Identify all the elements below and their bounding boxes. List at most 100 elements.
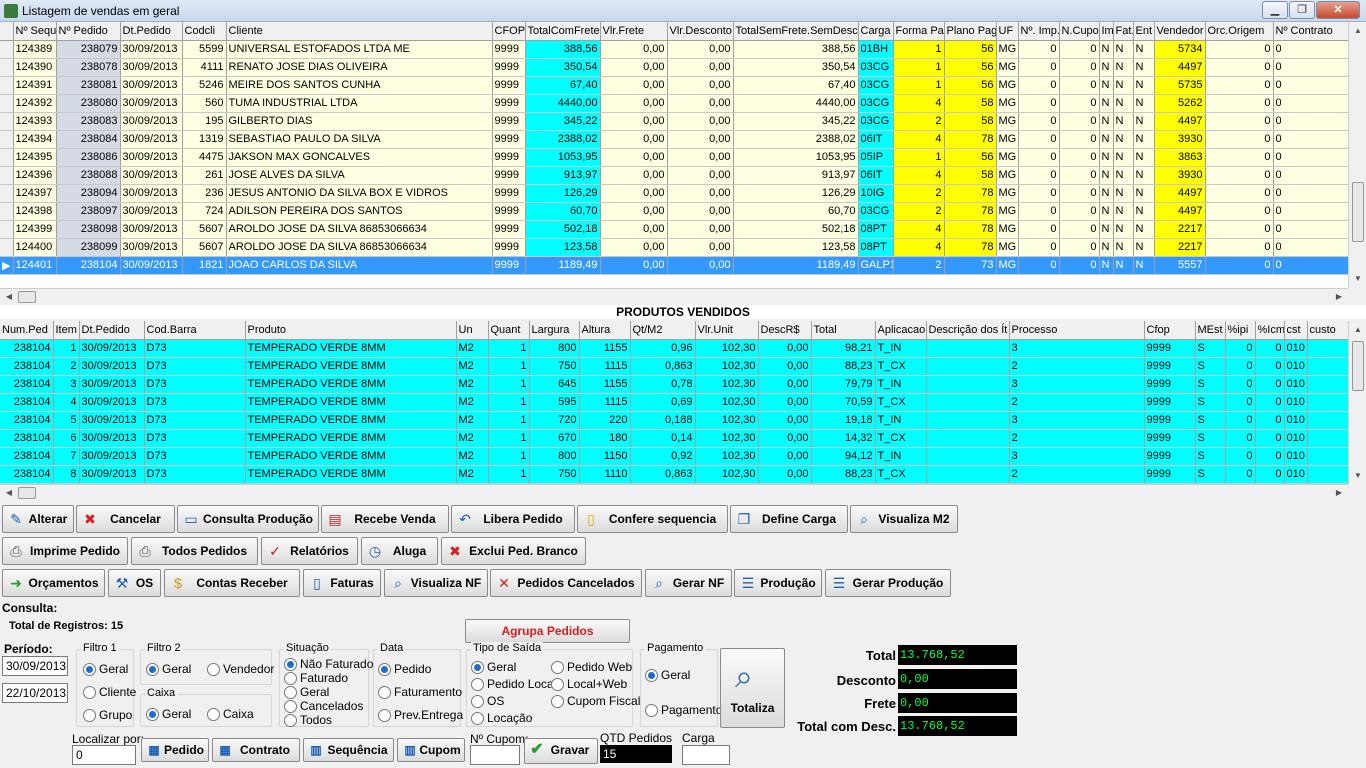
vendas-cell[interactable]: 345,22 [733, 112, 859, 131]
periodo-fim-input[interactable]: 22/10/2013 [2, 683, 68, 703]
vendas-cell[interactable]: 0 [1018, 256, 1060, 275]
vendas-cell[interactable]: MG [996, 112, 1019, 131]
produtos-cell[interactable]: 0,863 [630, 465, 696, 484]
vendas-cell[interactable]: 0 [1273, 40, 1349, 59]
produtos-cell[interactable]: 9999 [1144, 465, 1196, 484]
vendas-cell[interactable]: N [1113, 202, 1134, 221]
vendas-column-header[interactable]: Nº Pedido [56, 22, 121, 41]
vendas-cell[interactable]: 1 [893, 148, 945, 167]
vendas-cell[interactable]: 238081 [56, 76, 121, 95]
produtos-cell[interactable]: 102,30 [695, 357, 759, 376]
vendas-cell[interactable]: N [1133, 76, 1155, 95]
produtos-cell[interactable] [1307, 429, 1349, 448]
vendas-cell[interactable]: 4 [893, 220, 945, 239]
produtos-cell[interactable]: 70,59 [811, 393, 876, 412]
produtos-hscrollbar[interactable]: ◀ ▶ [0, 484, 1348, 500]
vendas-cell[interactable]: 9999 [492, 220, 526, 239]
vendas-cell[interactable]: 126,29 [525, 184, 601, 203]
produtos-cell[interactable]: S [1195, 447, 1226, 466]
produtos-cell[interactable] [926, 375, 1010, 394]
produtos-cell[interactable] [1307, 465, 1349, 484]
produtos-cell[interactable]: M2 [456, 429, 489, 448]
vendas-cell[interactable]: GILBERTO DIAS [226, 112, 493, 131]
produtos-cell[interactable]: S [1195, 339, 1226, 358]
vendas-cell[interactable]: 1053,95 [733, 148, 859, 167]
vendas-cell[interactable]: 1189,49 [525, 256, 601, 275]
produtos-cell[interactable]: 2 [1009, 429, 1145, 448]
vendas-column-header[interactable]: Vendedor [1154, 22, 1206, 41]
vendas-cell[interactable]: 0 [1205, 166, 1274, 185]
vendas-cell[interactable]: 30/09/2013 [120, 148, 183, 167]
produtos-cell[interactable]: 010 [1284, 411, 1308, 430]
vendas-cell[interactable]: 0 [1018, 40, 1060, 59]
caixa-geral-radio[interactable]: Geral [146, 707, 191, 721]
produtos-cell[interactable]: 0 [1225, 411, 1256, 430]
vendas-cell[interactable]: 58 [944, 94, 997, 113]
vendas-cell[interactable]: 0 [1205, 112, 1274, 131]
vendas-cell[interactable]: 0 [1059, 58, 1100, 77]
vendas-cell[interactable]: 06IT [858, 166, 894, 185]
vendas-row[interactable]: 124395 238086 30/09/2013 4475 JAKSON MAX GON… [0, 148, 1349, 167]
vendas-cell[interactable]: 0,00 [667, 256, 734, 275]
produtos-cell[interactable]: 0 [1225, 429, 1256, 448]
produtos-cell[interactable]: 010 [1284, 339, 1308, 358]
vendas-cell[interactable]: 0,00 [667, 76, 734, 95]
gerar-producao-button[interactable]: ☰ Gerar Produção [825, 569, 951, 597]
vendas-cell[interactable]: 0,00 [667, 112, 734, 131]
vendas-row[interactable]: 124396 238088 30/09/2013 261 JOSE ALVES DA S… [0, 166, 1349, 185]
vendas-row[interactable]: 124393 238083 30/09/2013 195 GILBERTO DIAS 99… [0, 112, 1349, 131]
vendas-cell[interactable]: 9999 [492, 112, 526, 131]
produtos-cell[interactable]: M2 [456, 447, 489, 466]
produtos-cell[interactable]: 238104 [0, 411, 54, 430]
relatorios-button[interactable]: ✓ Relatórios [261, 537, 358, 565]
produtos-column-header[interactable]: Total [811, 321, 876, 340]
vendas-cell[interactable]: 123,58 [733, 238, 859, 257]
produtos-cell[interactable]: T_IN [875, 411, 927, 430]
vendas-cell[interactable]: 4 [893, 166, 945, 185]
vendas-cell[interactable]: N [1099, 130, 1114, 149]
produtos-cell[interactable]: 30/09/2013 [79, 339, 145, 358]
vendas-cell[interactable]: N [1113, 94, 1134, 113]
vendas-cell[interactable]: 3930 [1154, 130, 1206, 149]
pedidos-cancelados-button[interactable]: ✕ Pedidos Cancelados [490, 569, 642, 597]
vendas-cell[interactable]: 0,00 [600, 220, 668, 239]
vendas-cell[interactable]: 126,29 [733, 184, 859, 203]
produtos-cell[interactable]: S [1195, 411, 1226, 430]
produtos-cell[interactable]: 750 [529, 465, 580, 484]
vendas-cell[interactable]: N [1133, 112, 1155, 131]
vendas-cell[interactable]: 0,00 [600, 184, 668, 203]
produtos-cell[interactable]: 238104 [0, 393, 54, 412]
produtos-cell[interactable]: 1 [488, 411, 530, 430]
produtos-cell[interactable]: 88,23 [811, 465, 876, 484]
vendas-cell[interactable]: N [1113, 76, 1134, 95]
produtos-cell[interactable] [1307, 393, 1349, 412]
vendas-cell[interactable]: 0 [1205, 202, 1274, 221]
vendas-cell[interactable]: MG [996, 202, 1019, 221]
vendas-cell[interactable]: 0,00 [600, 58, 668, 77]
produtos-cell[interactable]: D73 [144, 411, 246, 430]
pagamento-pagamento-radio[interactable]: Pagamento [645, 703, 722, 717]
scroll-up-icon[interactable]: ▲ [1351, 24, 1365, 38]
produtos-cell[interactable]: 102,30 [695, 339, 759, 358]
produtos-cell[interactable]: 0,00 [758, 357, 812, 376]
vendas-column-header[interactable]: TotalComFrete [525, 22, 601, 41]
produtos-cell[interactable]: 9999 [1144, 411, 1196, 430]
vendas-cell[interactable]: 0,00 [600, 238, 668, 257]
produtos-cell[interactable]: 0,00 [758, 465, 812, 484]
vendas-cell[interactable]: 0 [1059, 238, 1100, 257]
produtos-cell[interactable]: 0 [1255, 465, 1285, 484]
vendas-cell[interactable]: 0 [1018, 94, 1060, 113]
vendas-column-header[interactable]: Fat. [1113, 22, 1134, 41]
vendas-cell[interactable]: 4497 [1154, 112, 1206, 131]
vendas-cell[interactable]: N [1113, 112, 1134, 131]
situacao-geral-radio[interactable]: Geral [284, 685, 329, 699]
situacao-nao-faturado-radio[interactable]: Não Faturado [284, 657, 373, 671]
produtos-cell[interactable]: T_CX [875, 393, 927, 412]
vendas-cell[interactable]: 9999 [492, 40, 526, 59]
produtos-column-header[interactable]: Cod.Barra [144, 321, 246, 340]
hscroll-thumb[interactable] [18, 291, 36, 303]
scroll-left-icon[interactable]: ◀ [2, 486, 16, 500]
vendas-cell[interactable]: AROLDO JOSE DA SILVA 86853066634 [226, 238, 493, 257]
scroll-thumb[interactable] [1352, 341, 1364, 391]
vendas-cell[interactable]: 30/09/2013 [120, 76, 183, 95]
